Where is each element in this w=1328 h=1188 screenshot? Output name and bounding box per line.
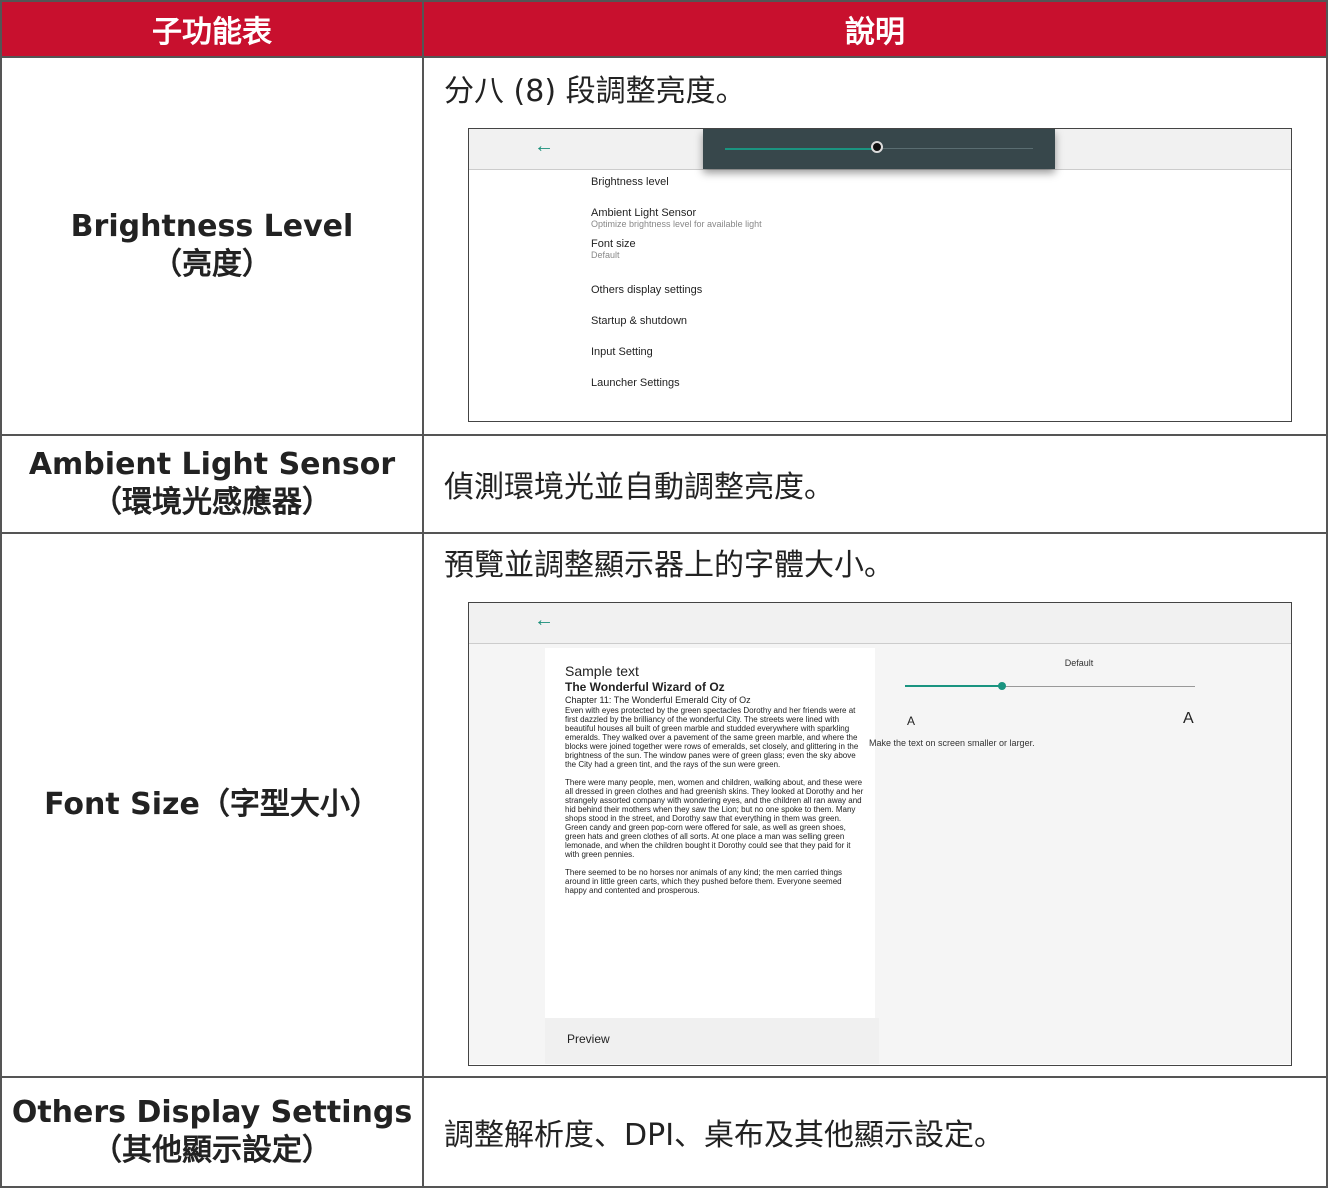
chapter-title: Chapter 11: The Wonderful Emerald City o… bbox=[565, 695, 751, 705]
row-label: Brightness Level （亮度） bbox=[0, 56, 424, 436]
font-size-control: Default A A Make the text on screen smal… bbox=[869, 658, 1289, 748]
sample-text-card: Sample text The Wonderful Wizard of Oz C… bbox=[545, 648, 875, 1018]
sample-title: Sample text bbox=[565, 663, 639, 679]
sub-function-table: 子功能表 說明 Brightness Level （亮度） 分八 (8) 段調整… bbox=[0, 0, 1328, 1188]
slider-fill bbox=[725, 148, 873, 150]
paragraph: Even with eyes protected by the green sp… bbox=[565, 706, 859, 769]
menu-item-font-size[interactable]: Font size Default bbox=[591, 238, 1291, 284]
row-label-cn: （其他顯示設定） bbox=[92, 1133, 332, 1168]
row-label-cn: （亮度） bbox=[152, 247, 272, 282]
menu-item-label: Others display settings bbox=[591, 284, 703, 296]
row-description: 調整解析度、DPI、桌布及其他顯示設定。 bbox=[422, 1076, 1328, 1188]
back-arrow-icon[interactable]: ← bbox=[534, 609, 554, 632]
menu-item-sub: Default bbox=[591, 250, 620, 260]
row-label-cn: （環境光感應器） bbox=[92, 485, 332, 520]
preview-label: Preview bbox=[545, 1018, 879, 1064]
small-a-label: A bbox=[907, 714, 916, 728]
row-label-en: Font Size（字型大小） bbox=[44, 787, 380, 822]
help-text: Make the text on screen smaller or large… bbox=[869, 738, 1035, 748]
paragraph: There seemed to be no horses nor animals… bbox=[565, 868, 843, 895]
brightness-slider-popup[interactable] bbox=[703, 129, 1055, 169]
paragraph: There were many people, men, women and c… bbox=[565, 778, 864, 859]
table-row: Font Size（字型大小） 預覽並調整顯示器上的字體大小。 ← Sample… bbox=[0, 532, 1328, 1078]
toolbar: ← bbox=[469, 603, 1291, 644]
size-slider-knob[interactable] bbox=[998, 682, 1006, 690]
back-arrow-icon[interactable]: ← bbox=[534, 135, 554, 158]
slider-knob[interactable] bbox=[871, 141, 883, 153]
book-title: The Wonderful Wizard of Oz bbox=[565, 680, 725, 694]
size-label: Default bbox=[1064, 658, 1094, 668]
settings-menu: Brightness level Ambient Light Sensor Op… bbox=[469, 170, 1291, 408]
description-text: 調整解析度、DPI、桌布及其他顯示設定。 bbox=[444, 1118, 1005, 1153]
menu-item-label: Ambient Light Sensor bbox=[591, 207, 697, 219]
row-label: Others Display Settings （其他顯示設定） bbox=[0, 1076, 424, 1188]
toolbar: ← bbox=[469, 129, 1291, 170]
row-label-en: Brightness Level bbox=[70, 209, 354, 244]
menu-item-others-display[interactable]: Others display settings bbox=[591, 284, 1291, 315]
description-text: 預覽並調整顯示器上的字體大小。 bbox=[444, 548, 894, 583]
description-text: 分八 (8) 段調整亮度。 bbox=[444, 74, 746, 109]
menu-item-label: Startup & shutdown bbox=[591, 315, 688, 327]
size-slider-fill bbox=[905, 685, 1003, 687]
menu-item-label: Brightness level bbox=[591, 176, 669, 188]
row-label-en: Others Display Settings bbox=[11, 1095, 413, 1130]
header-description: 說明 bbox=[422, 0, 1328, 58]
row-label: Ambient Light Sensor （環境光感應器） bbox=[0, 434, 424, 534]
font-size-screenshot: ← Sample text The Wonderful Wizard of Oz… bbox=[468, 602, 1292, 1066]
large-a-label: A bbox=[1183, 710, 1194, 727]
menu-item-ambient[interactable]: Ambient Light Sensor Optimize brightness… bbox=[591, 207, 1291, 238]
menu-item-label: Launcher Settings bbox=[591, 377, 680, 389]
table-row: Ambient Light Sensor （環境光感應器） 偵測環境光並自動調整… bbox=[0, 434, 1328, 534]
font-size-body: Sample text The Wonderful Wizard of Oz C… bbox=[469, 644, 1291, 1064]
row-description: 預覽並調整顯示器上的字體大小。 ← Sample text The Wonder… bbox=[422, 532, 1328, 1078]
menu-item-sub: Optimize brightness level for available … bbox=[591, 219, 762, 229]
row-description: 分八 (8) 段調整亮度。 ← Brightness level Ambient… bbox=[422, 56, 1328, 436]
row-description: 偵測環境光並自動調整亮度。 bbox=[422, 434, 1328, 534]
menu-item-input[interactable]: Input Setting bbox=[591, 346, 1291, 377]
table-row: Brightness Level （亮度） 分八 (8) 段調整亮度。 ← Br… bbox=[0, 56, 1328, 436]
menu-item-launcher[interactable]: Launcher Settings bbox=[591, 377, 1291, 408]
menu-item-label: Font size bbox=[591, 238, 636, 250]
menu-item-label: Input Setting bbox=[591, 346, 653, 358]
table-header-row: 子功能表 說明 bbox=[0, 0, 1328, 58]
menu-item-startup[interactable]: Startup & shutdown bbox=[591, 315, 1291, 346]
header-submenu: 子功能表 bbox=[0, 0, 424, 58]
description-text: 偵測環境光並自動調整亮度。 bbox=[444, 470, 834, 505]
row-label: Font Size（字型大小） bbox=[0, 532, 424, 1078]
row-label-en: Ambient Light Sensor bbox=[28, 447, 396, 482]
table-row: Others Display Settings （其他顯示設定） 調整解析度、D… bbox=[0, 1076, 1328, 1188]
menu-item-brightness[interactable]: Brightness level bbox=[591, 176, 1291, 207]
brightness-screenshot: ← Brightness level Ambient Light Sensor … bbox=[468, 128, 1292, 422]
